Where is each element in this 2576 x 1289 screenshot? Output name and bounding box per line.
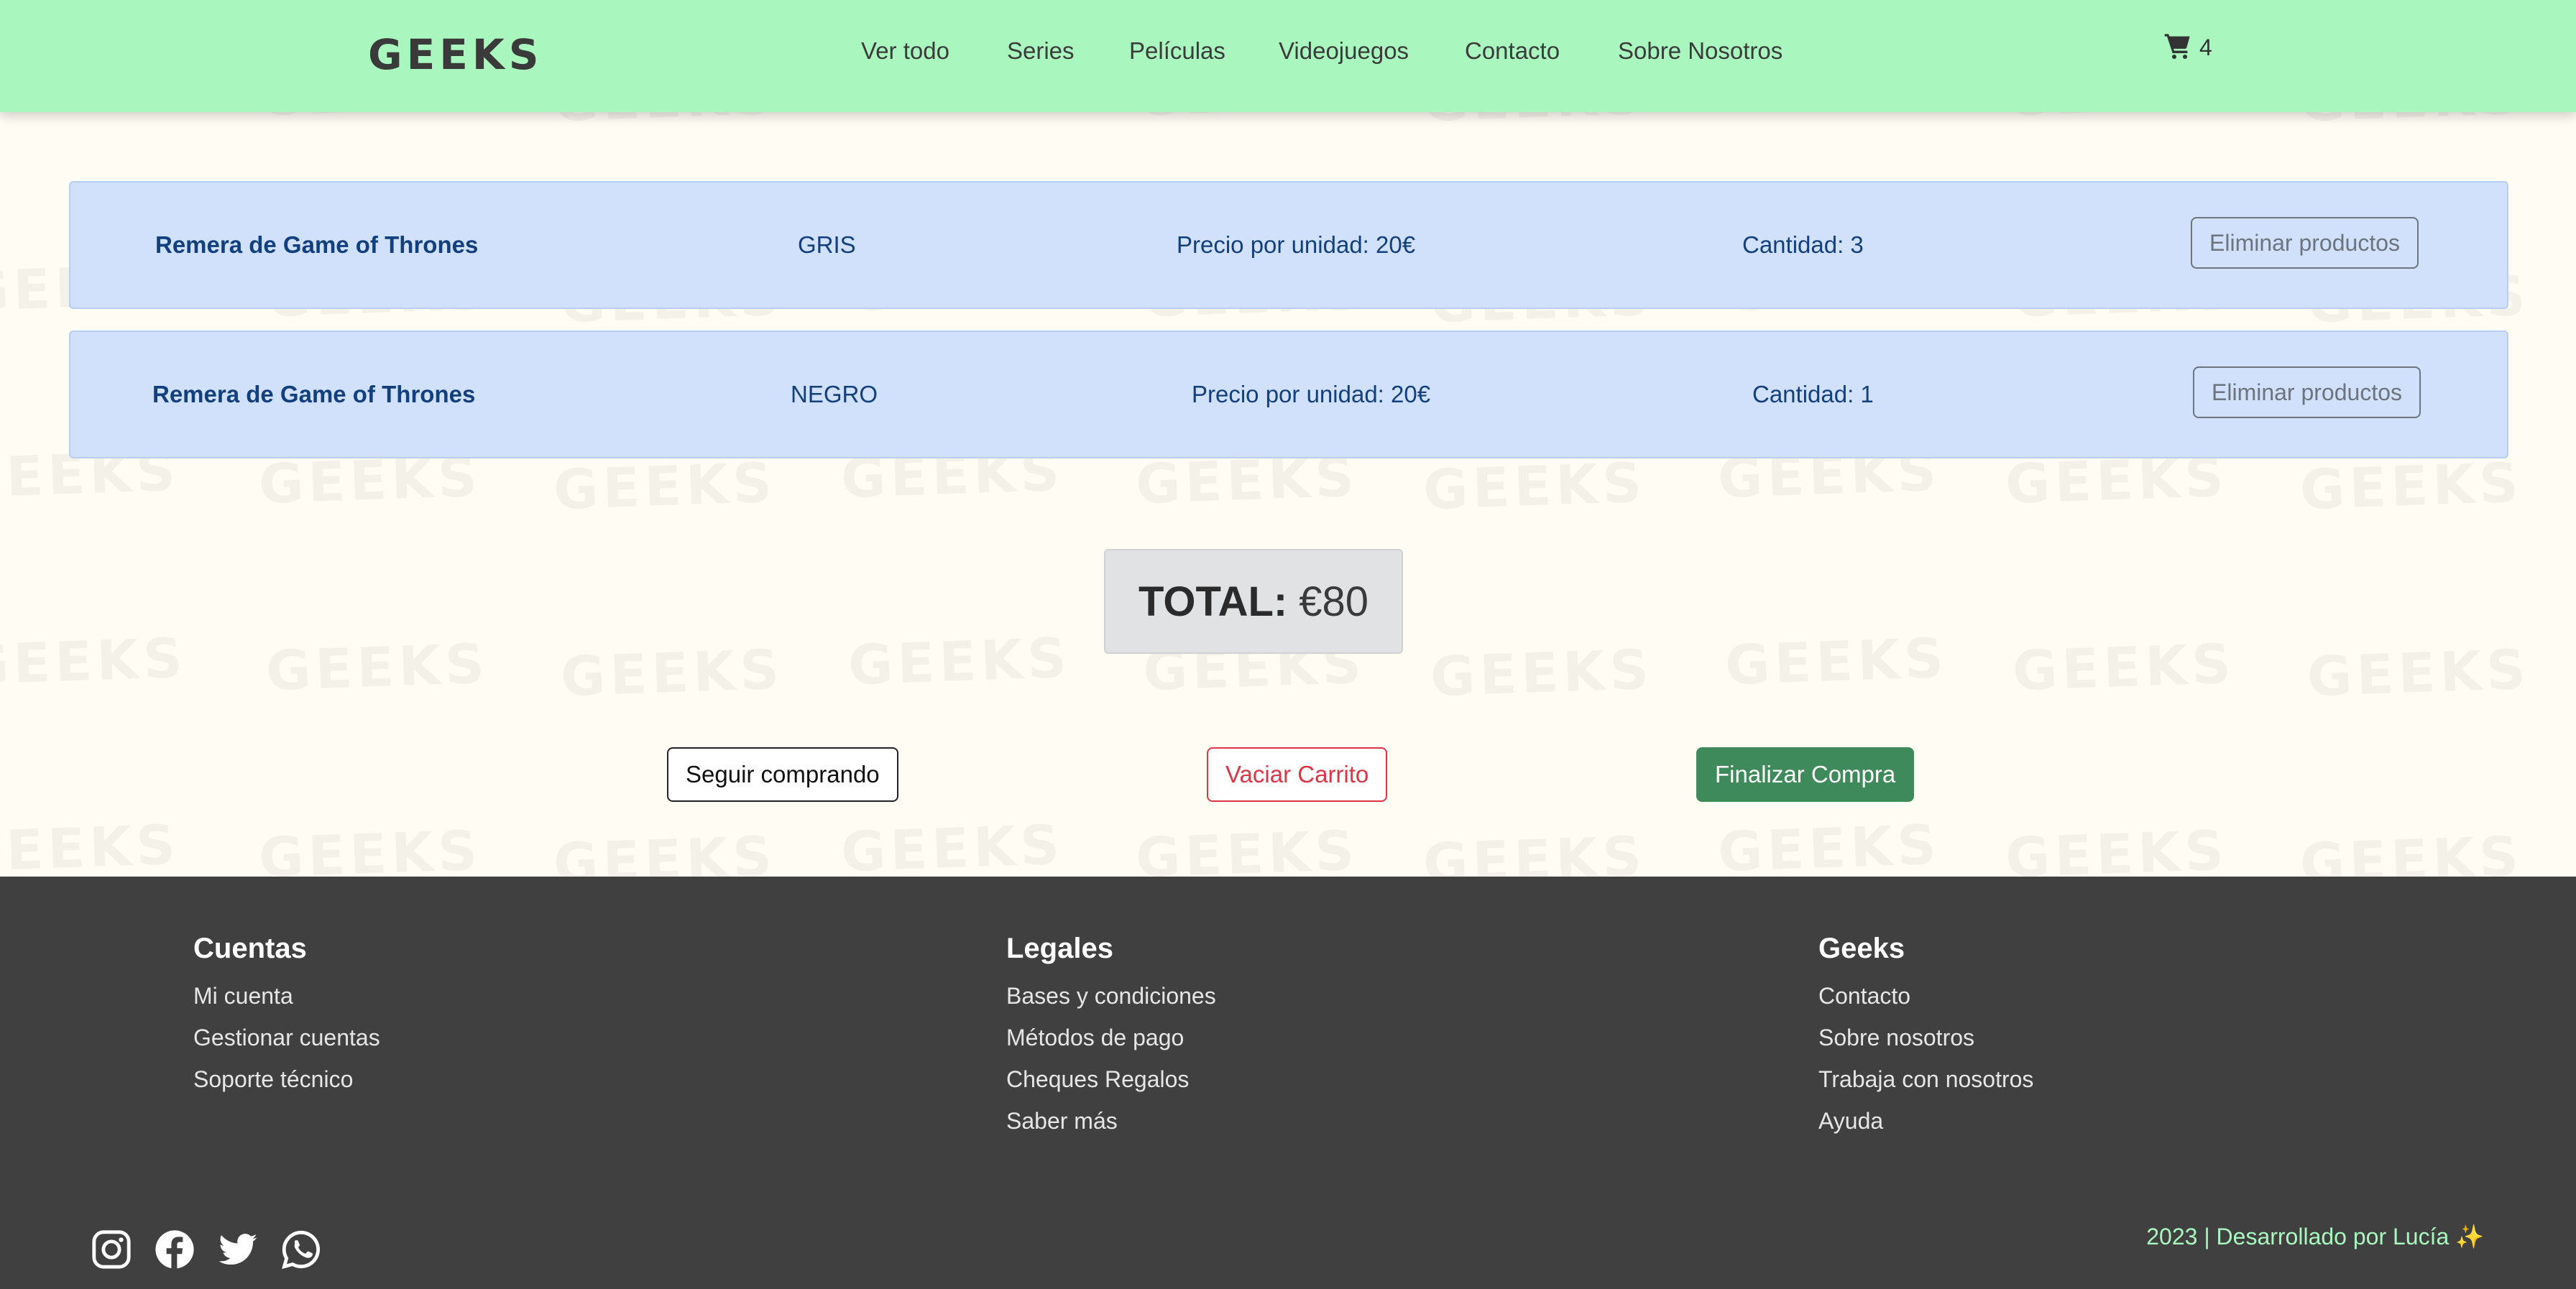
footer-link[interactable]: Soporte técnico xyxy=(193,1058,380,1100)
footer-link[interactable]: Ayuda xyxy=(1818,1100,2033,1142)
twitter-icon[interactable] xyxy=(217,1229,259,1270)
site-footer: Cuentas Mi cuenta Gestionar cuentas Sopo… xyxy=(0,877,2576,1289)
watermark-word: GEEKS xyxy=(258,818,483,877)
nav-contacto[interactable]: Contacto xyxy=(1465,37,1560,65)
watermark-word: GEEKS xyxy=(1717,112,1942,122)
total-box: TOTAL: €80 xyxy=(1104,549,1403,654)
watermark-word: GEEKS xyxy=(1135,818,1360,877)
footer-link[interactable]: Gestionar cuentas xyxy=(193,1017,380,1058)
watermark-word: GEEKS xyxy=(553,824,778,877)
whatsapp-icon[interactable] xyxy=(280,1229,322,1270)
cart-item: Remera de Game of Thrones NEGRO Precio p… xyxy=(69,331,2508,458)
cart-item: Remera de Game of Thrones GRIS Precio po… xyxy=(69,181,2508,309)
watermark-word: GEEKS xyxy=(2299,112,2524,134)
quantity: Cantidad: 3 xyxy=(1742,231,1864,258)
instagram-icon[interactable] xyxy=(91,1229,132,1270)
credit-text: 2023 | Desarrollado por Lucía ✨ xyxy=(2146,1224,2484,1249)
total-amount: €80 xyxy=(1299,578,1369,625)
watermark-word: GEEKS xyxy=(1135,112,1360,128)
remove-products-button[interactable]: Eliminar productos xyxy=(2191,217,2419,269)
watermark-word: GEEKS xyxy=(2005,112,2230,128)
watermark-word: GEEKS xyxy=(1430,637,1655,709)
unit-price: Precio por unidad: 20€ xyxy=(1192,381,1431,407)
cart-button[interactable]: 4 xyxy=(2163,32,2212,64)
footer-link[interactable]: Trabaja con nosotros xyxy=(1818,1058,2033,1100)
site-header: GEEKS Ver todo Series Películas Videojue… xyxy=(0,0,2576,112)
watermark-word: GEEKS xyxy=(265,632,490,703)
footer-link[interactable]: Cheques Regalos xyxy=(1006,1058,1216,1100)
geeks-logo[interactable]: GEEKS xyxy=(368,30,543,79)
watermark-word: GEEKS xyxy=(2012,632,2237,703)
nav-sobre-nosotros[interactable]: Sobre Nosotros xyxy=(1618,37,1782,65)
product-color: GRIS xyxy=(798,231,856,258)
watermark-word: GEEKS xyxy=(258,112,483,128)
watermark-word: GEEKS xyxy=(2299,451,2524,522)
watermark-word: GEEKS xyxy=(847,626,1072,698)
nav-series[interactable]: Series xyxy=(1007,37,1075,65)
footer-column-cuentas: Cuentas Mi cuenta Gestionar cuentas Sopo… xyxy=(193,933,380,1100)
watermark-word: GEEKS xyxy=(1422,451,1647,522)
total-label: TOTAL: xyxy=(1138,578,1288,625)
footer-heading: Legales xyxy=(1006,933,1113,964)
watermark-word: GEEKS xyxy=(1422,824,1647,877)
product-name: Remera de Game of Thrones xyxy=(152,381,476,407)
watermark-word: GEEKS xyxy=(840,813,1065,877)
watermark-word: GEEKS xyxy=(553,112,778,134)
continue-shopping-button[interactable]: Seguir comprando xyxy=(667,747,898,802)
quantity: Cantidad: 1 xyxy=(1752,381,1874,407)
watermark-word: GEEKS xyxy=(1717,813,1942,877)
footer-column-legales: Legales Bases y condiciones Métodos de p… xyxy=(1006,933,1216,1142)
unit-price: Precio por unidad: 20€ xyxy=(1177,231,1416,258)
footer-link[interactable]: Mi cuenta xyxy=(193,975,380,1017)
nav-peliculas[interactable]: Películas xyxy=(1129,37,1225,65)
watermark-word: GEEKS xyxy=(0,813,180,877)
product-color: NEGRO xyxy=(791,381,878,407)
footer-heading: Geeks xyxy=(1818,933,1905,964)
nav-videojuegos[interactable]: Videojuegos xyxy=(1279,37,1409,65)
footer-link[interactable]: Sobre nosotros xyxy=(1818,1017,2033,1058)
facebook-icon[interactable] xyxy=(154,1229,196,1270)
footer-heading: Cuentas xyxy=(193,933,307,964)
footer-link[interactable]: Bases y condiciones xyxy=(1006,975,1216,1017)
watermark-word: GEEKS xyxy=(560,637,785,709)
watermark-word: GEEKS xyxy=(0,626,188,698)
product-name: Remera de Game of Thrones xyxy=(155,231,479,258)
checkout-button[interactable]: Finalizar Compra xyxy=(1696,747,1915,802)
watermark-word: GEEKS xyxy=(2299,824,2524,877)
watermark-word: GEEKS xyxy=(840,112,1065,122)
watermark-word: GEEKS xyxy=(2306,637,2531,709)
nav-ver-todo[interactable]: Ver todo xyxy=(861,37,949,65)
watermark-word: GEEKS xyxy=(553,451,778,522)
cart-icon xyxy=(2163,32,2192,64)
watermark-word: GEEKS xyxy=(1724,626,1949,698)
footer-link[interactable]: Contacto xyxy=(1818,975,2033,1017)
footer-column-geeks: Geeks Contacto Sobre nosotros Trabaja co… xyxy=(1818,933,2033,1142)
footer-link[interactable]: Saber más xyxy=(1006,1100,1216,1142)
watermark-word: GEEKS xyxy=(1422,112,1647,134)
empty-cart-button[interactable]: Vaciar Carrito xyxy=(1207,747,1388,802)
remove-products-button[interactable]: Eliminar productos xyxy=(2193,366,2421,418)
cart-count: 4 xyxy=(2199,34,2212,60)
footer-link[interactable]: Métodos de pago xyxy=(1006,1017,1216,1058)
watermark-word: GEEKS xyxy=(2005,818,2230,877)
social-links xyxy=(91,1229,322,1270)
watermark-word: GEEKS xyxy=(0,112,180,122)
